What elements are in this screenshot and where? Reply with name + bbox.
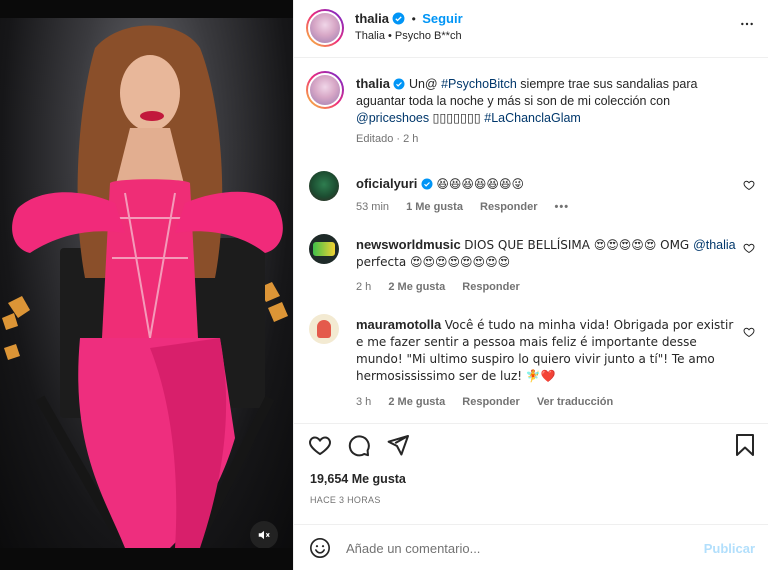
- author-avatar[interactable]: [306, 9, 344, 47]
- verified-badge-icon: [421, 178, 433, 190]
- audio-label[interactable]: Thalia • Psycho B**ch: [355, 30, 462, 42]
- like-heart-icon[interactable]: [308, 433, 332, 457]
- like-comment-heart-icon[interactable]: [743, 242, 755, 254]
- smiley-icon[interactable]: [309, 537, 331, 559]
- comment-item: mauramotolla Você é tudo na minha vida! …: [306, 314, 761, 414]
- comment-body: 😆😆😆😆😆😆😜: [436, 177, 524, 191]
- follow-button[interactable]: Seguir: [422, 11, 462, 26]
- reply-button[interactable]: Responder: [462, 396, 519, 408]
- caption-unrendered-glyphs: ▯▯▯▯▯▯▯: [432, 111, 481, 125]
- reply-button[interactable]: Responder: [462, 281, 519, 293]
- video-frame-illustration: [2, 25, 288, 548]
- comment-meta: 2 h 2 Me gusta Responder: [356, 281, 534, 293]
- comment-time: 53 min: [356, 201, 390, 213]
- comment-avatar[interactable]: [309, 171, 339, 201]
- mention-priceshoes[interactable]: @priceshoes: [356, 111, 429, 125]
- comment-input[interactable]: [346, 537, 686, 559]
- more-options-icon[interactable]: [739, 16, 755, 32]
- mute-button[interactable]: [250, 521, 278, 548]
- header-separator: •: [411, 12, 416, 26]
- comment-meta: 53 min 1 Me gusta Responder •••: [356, 201, 583, 213]
- likes-count[interactable]: 19,654 Me gusta: [310, 472, 406, 486]
- video-player[interactable]: [0, 18, 293, 548]
- comment-author[interactable]: oficialyuri: [356, 176, 417, 191]
- caption-meta: Editado · 2 h: [356, 133, 419, 145]
- author-username[interactable]: thalia: [355, 11, 389, 26]
- comment-likes[interactable]: 2 Me gusta: [388, 281, 445, 293]
- caption-text-mid: siempre trae sus sandalias para aguantar…: [356, 77, 698, 108]
- comment-text: oficialyuri 😆😆😆😆😆😆😜: [356, 175, 736, 193]
- comment-item: newsworldmusic DIOS QUE BELLÍSIMA 😍😍😍😍😍 …: [306, 234, 761, 304]
- comment-author[interactable]: mauramotolla: [356, 317, 441, 332]
- comment-body-a: DIOS QUE BELLÍSIMA 😍😍😍😍😍 OMG: [464, 238, 694, 252]
- caption: thalia Un@ #PsychoBitch siempre trae sus…: [306, 71, 761, 151]
- hashtag-lachanclaglam[interactable]: #LaChanclaGlam: [484, 111, 581, 125]
- comment-text: newsworldmusic DIOS QUE BELLÍSIMA 😍😍😍😍😍 …: [356, 236, 736, 271]
- comment-item: oficialyuri 😆😆😆😆😆😆😜 53 min 1 Me gusta Re…: [306, 171, 761, 221]
- speaker-muted-icon: [258, 530, 270, 540]
- verified-badge-icon: [392, 12, 405, 25]
- comment-time: 2 h: [356, 281, 372, 293]
- caption-text: thalia Un@ #PsychoBitch siempre trae sus…: [356, 75, 736, 127]
- verified-badge-icon: [393, 78, 405, 90]
- post-details-panel: thalia • Seguir Thalia • Psycho B**ch th…: [293, 0, 768, 570]
- comment-author[interactable]: newsworldmusic: [356, 237, 461, 252]
- caption-text-start: Un@: [408, 77, 442, 91]
- reply-button[interactable]: Responder: [480, 201, 537, 213]
- caption-author[interactable]: thalia: [356, 76, 390, 91]
- comment-body-b: perfecta 😍😍😍😍😍😍😍😍: [356, 255, 511, 269]
- comment-options-button[interactable]: •••: [555, 201, 570, 213]
- comments-list[interactable]: thalia Un@ #PsychoBitch siempre trae sus…: [294, 59, 768, 423]
- action-bar: 19,654 Me gusta HACE 3 HORAS: [294, 423, 768, 523]
- post-timestamp[interactable]: HACE 3 HORAS: [310, 495, 381, 505]
- comment-likes[interactable]: 1 Me gusta: [406, 201, 463, 213]
- like-comment-heart-icon[interactable]: [743, 326, 755, 338]
- translate-button[interactable]: Ver traducción: [537, 396, 613, 408]
- caption-author-avatar[interactable]: [306, 71, 344, 109]
- post-header: thalia • Seguir Thalia • Psycho B**ch: [294, 0, 768, 58]
- comment-mention[interactable]: @thalia: [693, 238, 736, 252]
- comment-meta: 3 h 2 Me gusta Responder Ver traducción: [356, 396, 627, 408]
- comment-likes[interactable]: 2 Me gusta: [388, 396, 445, 408]
- comment-text: mauramotolla Você é tudo na minha vida! …: [356, 316, 736, 385]
- comment-avatar[interactable]: [309, 234, 339, 264]
- comment-composer: Publicar: [294, 524, 768, 570]
- comment-avatar[interactable]: [309, 314, 339, 344]
- save-bookmark-icon[interactable]: [734, 433, 756, 457]
- comment-time: 3 h: [356, 396, 372, 408]
- comment-bubble-icon[interactable]: [347, 433, 371, 457]
- publish-button[interactable]: Publicar: [704, 541, 755, 556]
- share-send-icon[interactable]: [386, 433, 410, 457]
- like-comment-heart-icon[interactable]: [743, 179, 755, 191]
- hashtag-psychobitch[interactable]: #PsychoBitch: [441, 77, 517, 91]
- post-media: [0, 0, 293, 570]
